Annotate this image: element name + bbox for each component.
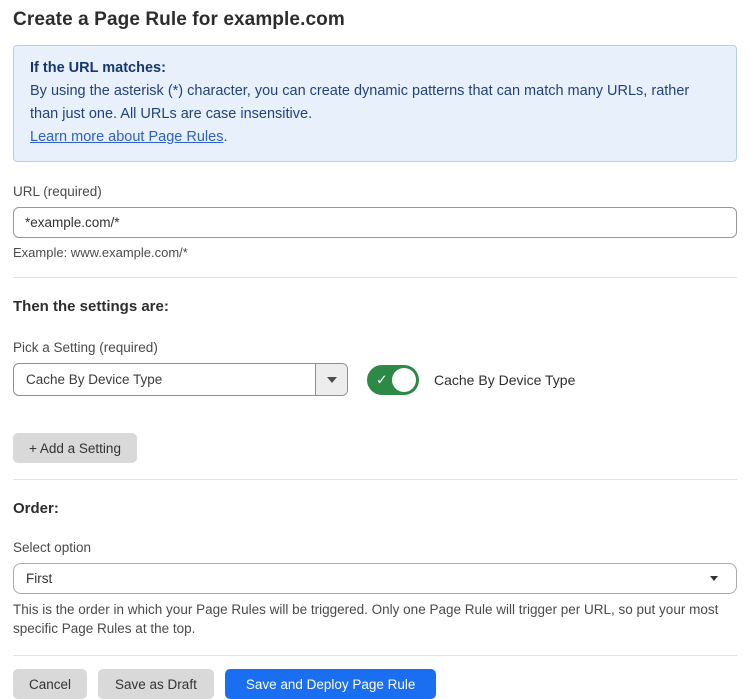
order-helper-text: This is the order in which your Page Rul… [13,600,733,638]
order-section-heading: Order: [13,500,737,517]
url-field-label: URL (required) [13,184,737,199]
cache-by-device-type-toggle[interactable]: ✓ [367,365,419,395]
add-setting-button[interactable]: + Add a Setting [13,433,137,463]
order-select-label: Select option [13,540,737,555]
section-divider [13,479,737,480]
save-and-deploy-button[interactable]: Save and Deploy Page Rule [225,669,437,699]
link-suffix: . [223,129,227,145]
save-as-draft-button[interactable]: Save as Draft [98,669,214,699]
setting-select-value: Cache By Device Type [14,364,315,395]
url-match-info-box: If the URL matches: By using the asteris… [13,45,737,162]
setting-picker-label: Pick a Setting (required) [13,340,737,355]
footer-divider [13,655,737,656]
url-example-helper: Example: www.example.com/* [13,245,737,260]
learn-more-link[interactable]: Learn more about Page Rules [30,129,223,145]
setting-select[interactable]: Cache By Device Type [13,363,348,396]
setting-select-arrow-button[interactable] [315,364,347,395]
setting-row: Cache By Device Type ✓ Cache By Device T… [13,363,737,396]
section-divider [13,277,737,278]
page-rule-form: Create a Page Rule for example.com If th… [0,9,750,699]
info-box-link-line: Learn more about Page Rules. [30,126,720,149]
footer-actions: Cancel Save as Draft Save and Deploy Pag… [13,669,737,699]
chevron-down-icon [710,576,718,581]
check-icon: ✓ [376,372,388,386]
info-box-heading: If the URL matches: [30,57,720,80]
order-select[interactable]: First [13,563,737,594]
page-title: Create a Page Rule for example.com [13,9,737,31]
info-box-body: By using the asterisk (*) character, you… [30,80,720,126]
toggle-knob [392,368,416,392]
toggle-label: Cache By Device Type [434,372,575,388]
settings-section-heading: Then the settings are: [13,298,737,315]
order-select-value: First [26,571,52,586]
chevron-down-icon [327,377,337,383]
url-input[interactable] [13,207,737,238]
cancel-button[interactable]: Cancel [13,669,87,699]
